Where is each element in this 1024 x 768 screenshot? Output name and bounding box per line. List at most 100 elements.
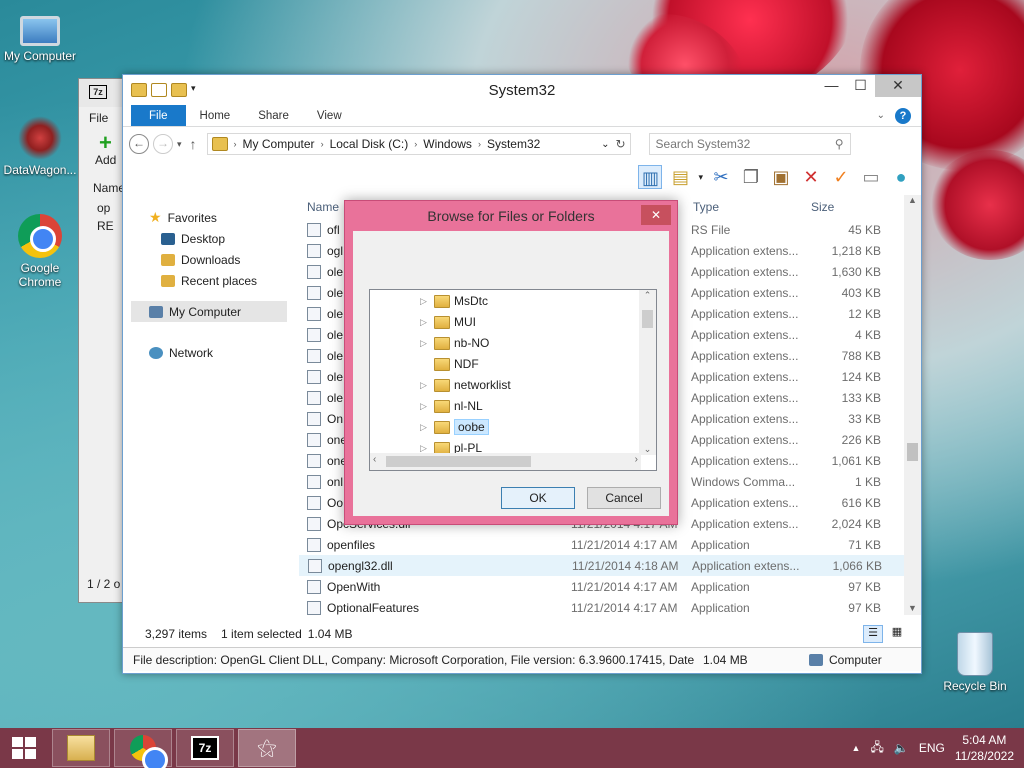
clock[interactable]: 5:04 AM 11/28/2022 xyxy=(955,732,1014,764)
nav-desktop[interactable]: Desktop xyxy=(123,228,295,249)
language-indicator[interactable]: ENG xyxy=(919,741,945,755)
tree-item[interactable]: ▷ nb-NO xyxy=(420,333,489,353)
scroll-right-icon[interactable]: › xyxy=(635,454,638,465)
back-button[interactable]: ← xyxy=(129,134,149,154)
scrollbar-thumb[interactable] xyxy=(386,456,531,467)
show-hidden-icons-icon[interactable]: ▲ xyxy=(852,743,861,753)
scroll-up-icon[interactable]: ⌃ xyxy=(639,290,656,301)
close-button[interactable]: ✕ xyxy=(875,75,921,97)
nav-recent-places[interactable]: Recent places xyxy=(123,270,295,291)
network-icon[interactable]: 🖧 xyxy=(870,738,883,759)
checkmark-icon[interactable]: ✓ xyxy=(829,165,853,189)
folder-tree[interactable]: ▷ MsDtc ▷ MUI ▷ nb-NO NDF ▷ networklist ▷ nl-NL ▷ oo… xyxy=(369,289,657,471)
tree-item[interactable]: NDF xyxy=(420,354,479,374)
nav-my-computer[interactable]: My Computer xyxy=(131,301,287,322)
file-row[interactable]: openfiles 11/21/2014 4:17 AM Application 71… xyxy=(299,534,913,555)
large-icons-view-icon[interactable]: ▦ xyxy=(887,625,907,643)
scroll-up-icon[interactable]: ▲ xyxy=(904,195,921,205)
tree-item[interactable]: ▷ nl-NL xyxy=(420,396,483,416)
expand-arrow-icon[interactable]: ▷ xyxy=(420,401,430,412)
nav-favorites[interactable]: ★ Favorites xyxy=(123,207,295,228)
ok-button[interactable]: OK xyxy=(501,487,575,509)
breadcrumb-separator[interactable]: › xyxy=(234,139,237,149)
start-button[interactable] xyxy=(0,728,48,768)
details-location: Computer xyxy=(829,652,882,667)
tab-file[interactable]: File xyxy=(131,105,186,126)
expand-arrow-icon[interactable]: ▷ xyxy=(420,422,430,433)
expand-arrow-icon[interactable]: ▷ xyxy=(420,443,430,454)
scroll-left-icon[interactable]: ‹ xyxy=(373,454,376,465)
details-view-icon[interactable]: ☰ xyxy=(863,625,883,643)
breadcrumb-item[interactable]: System32 xyxy=(487,137,540,151)
up-arrow-icon[interactable]: ↑ xyxy=(190,136,197,152)
expand-arrow-icon[interactable]: ▷ xyxy=(420,296,430,307)
breadcrumb-separator[interactable]: › xyxy=(478,139,481,149)
nav-network[interactable]: Network xyxy=(123,342,295,363)
volume-icon[interactable]: 🔈 xyxy=(894,741,909,755)
tree-item[interactable]: ▷ oobe xyxy=(420,417,489,437)
chevron-down-icon[interactable]: ⌄ xyxy=(877,110,885,121)
tree-item[interactable]: ▷ networklist xyxy=(420,375,511,395)
globe-icon[interactable]: ● xyxy=(889,165,913,189)
scrollbar-thumb[interactable] xyxy=(907,443,918,461)
preview-pane-icon[interactable]: ▥ xyxy=(638,165,663,189)
paste-icon[interactable]: ▣ xyxy=(769,165,793,189)
expand-arrow-icon[interactable]: ▷ xyxy=(420,317,430,328)
downloads-icon xyxy=(161,253,175,266)
dialog-titlebar[interactable]: Browse for Files or Folders ✕ xyxy=(345,201,677,231)
tab-home[interactable]: Home xyxy=(186,105,245,126)
folder-options-icon[interactable]: ▤ xyxy=(668,165,692,189)
file-size: 2,024 KB xyxy=(831,516,881,531)
cut-icon[interactable]: ✂ xyxy=(709,165,733,189)
recent-locations-icon[interactable]: ▾ xyxy=(177,139,182,150)
taskbar-chrome[interactable] xyxy=(114,729,172,768)
forward-button[interactable]: → xyxy=(153,134,173,154)
tree-item[interactable]: ▷ MUI xyxy=(420,312,476,332)
scroll-down-icon[interactable]: ⌄ xyxy=(639,444,656,455)
file-size: 33 KB xyxy=(848,411,881,426)
browse-dialog[interactable]: Browse for Files or Folders ✕ ▷ MsDtc ▷ MUI… xyxy=(344,200,678,525)
cancel-button[interactable]: Cancel xyxy=(587,487,661,509)
column-type[interactable]: Type xyxy=(685,200,803,214)
nav-downloads[interactable]: Downloads xyxy=(123,249,295,270)
tab-share[interactable]: Share xyxy=(244,105,303,126)
file-row[interactable]: OptionalFeatures 11/21/2014 4:17 AM Applic… xyxy=(299,597,913,618)
desktop-icon-my-computer[interactable]: My Computer xyxy=(0,8,80,63)
expand-arrow-icon[interactable]: ▷ xyxy=(420,338,430,349)
file-list-scrollbar[interactable]: ▲ ▼ xyxy=(904,195,921,615)
refresh-icon[interactable]: ↻ xyxy=(615,137,625,151)
address-bar[interactable]: › My Computer › Local Disk (C:) › Window… xyxy=(206,133,631,155)
scroll-down-icon[interactable]: ▼ xyxy=(904,603,921,613)
file-row[interactable]: opengl32.dll 11/21/2014 4:18 AM Applicatio… xyxy=(299,555,913,576)
column-size[interactable]: Size xyxy=(803,200,883,214)
taskbar-datawagon[interactable]: ⚝ xyxy=(238,729,296,767)
desktop-icon-chrome[interactable]: Google Chrome xyxy=(0,214,80,289)
scrollbar-thumb[interactable] xyxy=(642,310,653,328)
breadcrumb-item[interactable]: Windows xyxy=(423,137,472,151)
chevron-down-icon[interactable]: ⌄ xyxy=(601,139,609,150)
dialog-close-button[interactable]: ✕ xyxy=(641,205,671,225)
tree-item[interactable]: ▷ MsDtc xyxy=(420,291,488,311)
minimize-button[interactable]: — xyxy=(817,75,846,97)
expand-arrow-icon[interactable]: ▷ xyxy=(420,380,430,391)
explorer-titlebar[interactable]: ▾ System32 — ☐ ✕ xyxy=(123,75,921,105)
file-row[interactable]: OpenWith 11/21/2014 4:17 AM Application 97 … xyxy=(299,576,913,597)
tree-vertical-scrollbar[interactable]: ⌃ ⌄ xyxy=(639,290,656,455)
rename-icon[interactable]: ▭ xyxy=(859,165,883,189)
breadcrumb-item[interactable]: My Computer xyxy=(243,137,315,151)
copy-icon[interactable]: ❐ xyxy=(739,165,763,189)
tab-view[interactable]: View xyxy=(303,105,356,126)
chevron-down-icon[interactable]: ▾ xyxy=(698,172,703,183)
breadcrumb-separator[interactable]: › xyxy=(321,139,324,149)
tree-horizontal-scrollbar[interactable]: ‹ › xyxy=(370,453,641,470)
taskbar-7zip[interactable]: 7z xyxy=(176,729,234,767)
desktop-icon-recycle-bin[interactable]: Recycle Bin xyxy=(935,632,1015,693)
maximize-button[interactable]: ☐ xyxy=(846,75,875,97)
delete-icon[interactable]: ✕ xyxy=(799,165,823,189)
desktop-icon-datawagon[interactable]: DataWagon... xyxy=(0,116,80,177)
search-input[interactable]: Search System32 ⚲ xyxy=(648,133,851,155)
taskbar-file-explorer[interactable] xyxy=(52,729,110,767)
breadcrumb-separator[interactable]: › xyxy=(414,139,417,149)
breadcrumb-item[interactable]: Local Disk (C:) xyxy=(330,137,409,151)
help-icon[interactable]: ? xyxy=(895,107,911,124)
